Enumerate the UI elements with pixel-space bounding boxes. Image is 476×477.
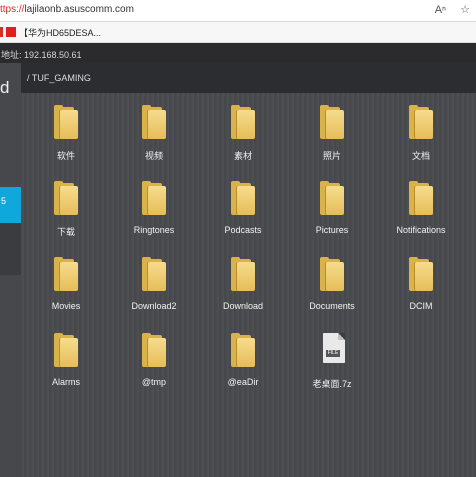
folder-name: 文档 [411, 151, 430, 161]
folder-item[interactable]: Pictures [292, 177, 372, 239]
file-item[interactable]: FILE 老桌面.7z [292, 329, 372, 391]
favorites-edge-mark [0, 27, 3, 37]
folder-name: @eaDir [227, 377, 259, 387]
folder-item[interactable]: Movies [26, 253, 106, 315]
folder-name: 下载 [56, 227, 75, 237]
folder-icon [231, 181, 255, 215]
favorite-add-icon[interactable]: ☆ [460, 4, 470, 16]
url-host: lajilaonb.asuscomm.com [24, 4, 134, 15]
folder-item[interactable]: Documents [292, 253, 372, 315]
file-grid: 软件 视频 素材 照片 文档 下载 Ringtones Podcasts Pic… [21, 93, 476, 477]
folder-name: @tmp [141, 377, 167, 387]
archive-file-icon: FILE [323, 333, 345, 363]
read-aloud-icon[interactable]: Aⁿ [435, 4, 446, 16]
folder-icon [54, 181, 78, 215]
folder-icon [142, 181, 166, 215]
folder-item[interactable]: @tmp [114, 329, 194, 391]
folder-item[interactable]: Ringtones [114, 177, 194, 239]
file-badge: FILE [326, 350, 340, 357]
folder-name: Download2 [131, 301, 177, 311]
folder-name: 视频 [144, 151, 163, 161]
url-scheme: ttps:// [0, 4, 25, 15]
folder-icon [231, 105, 255, 139]
url-text[interactable]: ttps://lajilaonb.asuscomm.com [0, 4, 134, 15]
left-panel-selected-item[interactable]: 5 [0, 187, 21, 223]
path-bar: / TUF_GAMING [21, 63, 476, 93]
folder-item[interactable]: Download2 [114, 253, 194, 315]
folder-icon [320, 257, 344, 291]
folder-item[interactable]: @eaDir [203, 329, 283, 391]
folder-item[interactable]: 下载 [26, 177, 106, 239]
folder-icon [409, 257, 433, 291]
left-panel-title: d [0, 78, 10, 97]
favorite-item[interactable]: 【华为HD65DESA... [19, 26, 101, 39]
folder-icon [231, 333, 255, 367]
folder-name: Documents [309, 301, 355, 311]
folder-name: Download [222, 301, 264, 311]
folder-item[interactable]: Download [203, 253, 283, 315]
folder-item[interactable]: DCIM [381, 253, 461, 315]
folder-item[interactable]: 视频 [114, 101, 194, 163]
folder-item[interactable]: 文档 [381, 101, 461, 163]
folder-item[interactable]: 素材 [203, 101, 283, 163]
server-address: 地址: 192.168.50.61 [1, 50, 82, 60]
folder-name: 素材 [233, 151, 252, 161]
toolbar-icons: Aⁿ ☆ [424, 3, 470, 16]
folder-icon [409, 105, 433, 139]
folder-name: Alarms [51, 377, 80, 387]
folder-icon [54, 257, 78, 291]
folder-icon [54, 333, 78, 367]
favorites-bar: 【华为HD65DESA... [0, 22, 476, 43]
folder-name: Notifications [396, 225, 446, 235]
folder-icon [142, 105, 166, 139]
folder-icon [54, 105, 78, 139]
folder-name: 软件 [56, 151, 75, 161]
folder-item[interactable]: Alarms [26, 329, 106, 391]
left-panel-band [0, 223, 21, 275]
folder-icon [142, 257, 166, 291]
folder-name: Podcasts [224, 225, 262, 235]
file-name: 老桌面.7z [312, 379, 352, 389]
folder-item[interactable]: Notifications [381, 177, 461, 239]
folder-item[interactable]: 照片 [292, 101, 372, 163]
folder-item[interactable]: Podcasts [203, 177, 283, 239]
folder-name: Ringtones [133, 225, 175, 235]
folder-name: Pictures [315, 225, 349, 235]
page-address-bar: 地址: 192.168.50.61 [0, 43, 476, 63]
folder-name: DCIM [409, 301, 433, 311]
folder-icon [409, 181, 433, 215]
left-panel-item-label: 5 [1, 196, 7, 206]
folder-icon [320, 181, 344, 215]
folder-icon [320, 105, 344, 139]
current-path[interactable]: / TUF_GAMING [27, 73, 91, 83]
folder-name: 照片 [322, 151, 341, 161]
browser-address-bar[interactable]: ttps://lajilaonb.asuscomm.com Aⁿ ☆ [0, 0, 476, 22]
folder-icon [231, 257, 255, 291]
left-panel: d 5 [0, 63, 22, 477]
folder-name: Movies [51, 301, 81, 311]
folder-item[interactable]: 软件 [26, 101, 106, 163]
favorite-site-icon [6, 27, 16, 37]
folder-icon [142, 333, 166, 367]
